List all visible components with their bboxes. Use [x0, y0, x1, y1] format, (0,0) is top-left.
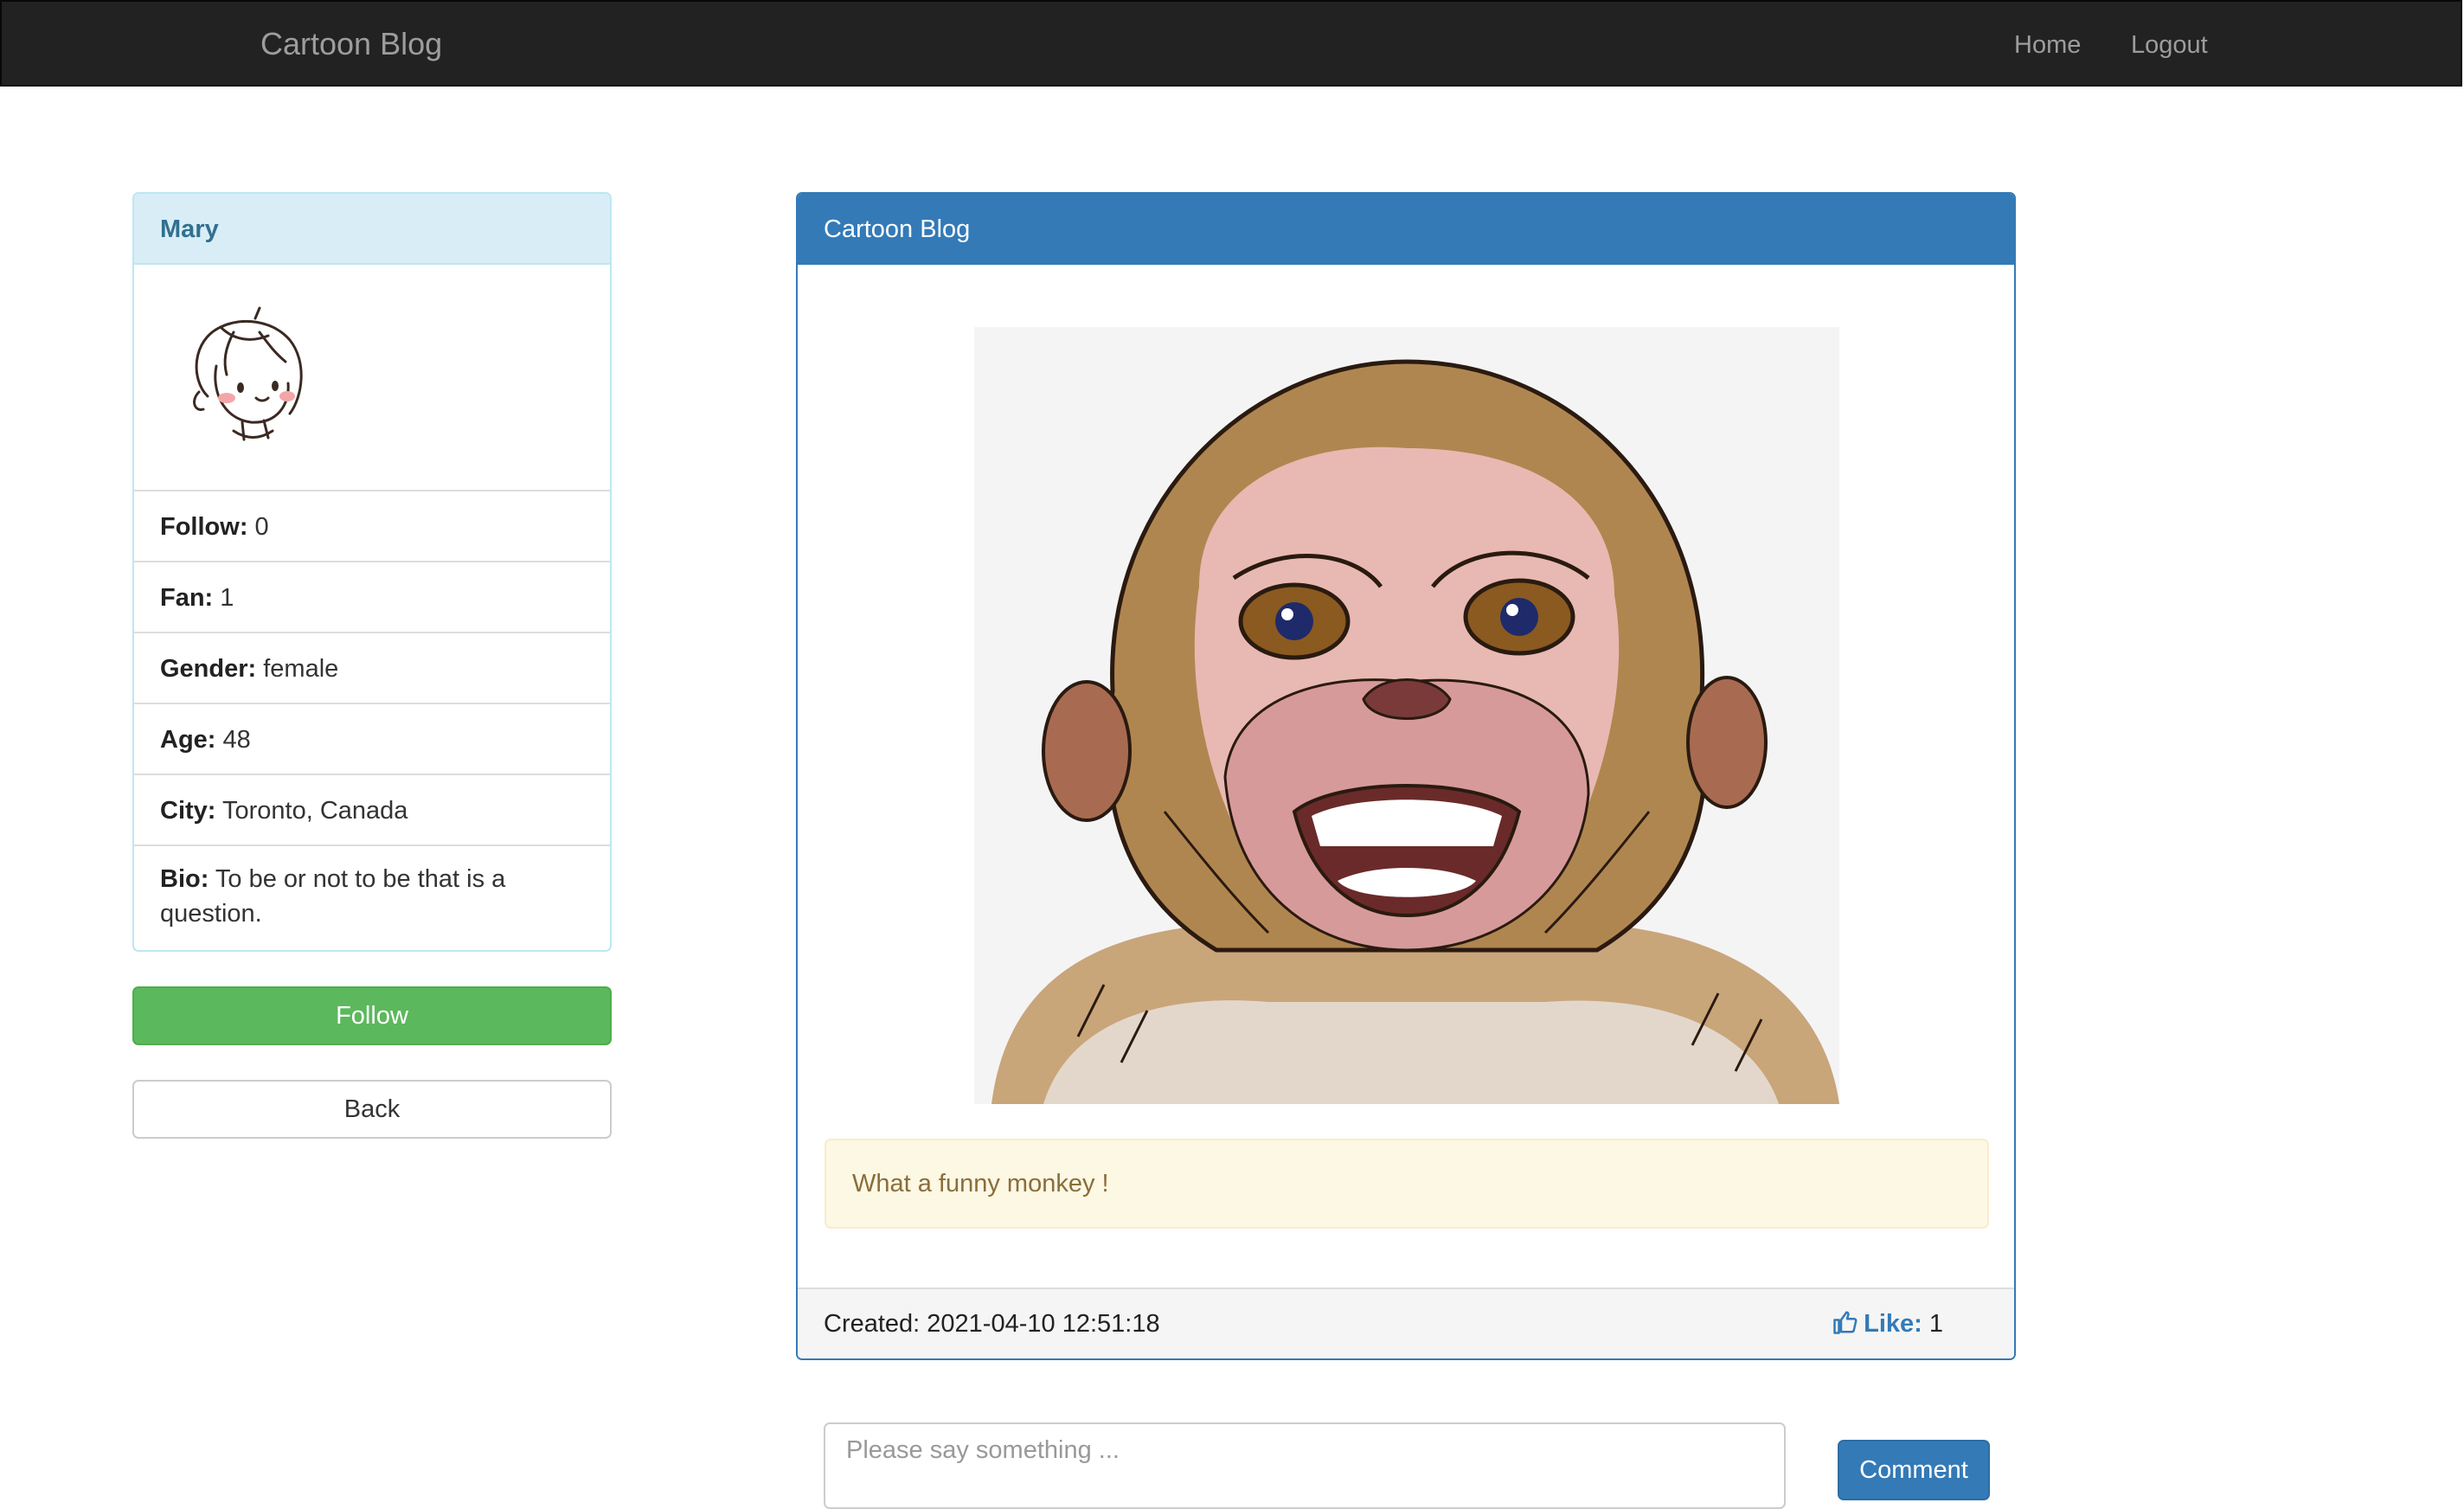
gender-label: Gender:: [160, 655, 257, 683]
follow-label: Follow:: [160, 513, 248, 541]
age-value: 48: [222, 726, 251, 754]
profile-name: Mary: [134, 194, 610, 265]
profile-panel: Mary Follow: 0 Fan: 1 Gender: female Age…: [132, 192, 612, 952]
like-control[interactable]: Like: 1: [1832, 1289, 1943, 1358]
follow-value: 0: [254, 513, 269, 541]
comment-input[interactable]: [824, 1422, 1786, 1509]
fan-value: 1: [220, 584, 234, 612]
like-label[interactable]: Like:: [1864, 1310, 1922, 1338]
age-label: Age:: [160, 726, 216, 754]
post-heading: Cartoon Blog: [798, 194, 2014, 265]
post-panel: Cartoon Blog What a funny monkey ! Creat…: [796, 192, 2016, 1360]
fan-count-row: Fan: 1: [134, 562, 610, 633]
fan-label: Fan:: [160, 584, 214, 612]
gender-value: female: [263, 655, 339, 683]
bio-value: To be or not to be that is a question.: [160, 865, 506, 928]
follow-button[interactable]: Follow: [132, 986, 612, 1045]
comment-button[interactable]: Comment: [1838, 1440, 1990, 1500]
gender-row: Gender: female: [134, 633, 610, 704]
top-navbar: Cartoon Blog Home Logout: [0, 0, 2462, 87]
post-footer: Created: 2021-04-10 12:51:18 Like: 1: [798, 1287, 2014, 1358]
girl-avatar-icon: [193, 306, 303, 441]
bio-label: Bio:: [160, 865, 209, 893]
city-row: City: Toronto, Canada: [134, 775, 610, 846]
navbar-brand[interactable]: Cartoon Blog: [260, 26, 442, 62]
age-row: Age: 48: [134, 704, 610, 775]
city-value: Toronto, Canada: [222, 797, 408, 825]
thumbs-up-icon[interactable]: [1832, 1309, 1858, 1335]
nav-home-link[interactable]: Home: [2014, 29, 2081, 61]
created-label: Created:: [824, 1310, 921, 1338]
cartoon-monkey-image: [974, 327, 1839, 1104]
avatar-container: [134, 265, 610, 491]
cartoon-monkey-illustration: [974, 327, 1839, 1104]
city-label: City:: [160, 797, 216, 825]
back-button[interactable]: Back: [132, 1080, 612, 1139]
nav-logout-link[interactable]: Logout: [2131, 29, 2208, 61]
follow-count-row: Follow: 0: [134, 491, 610, 562]
created-value: 2021-04-10 12:51:18: [927, 1310, 1160, 1338]
like-count: 1: [1928, 1310, 1943, 1338]
post-caption: What a funny monkey !: [825, 1139, 1989, 1229]
bio-row: Bio: To be or not to be that is a questi…: [134, 846, 610, 931]
